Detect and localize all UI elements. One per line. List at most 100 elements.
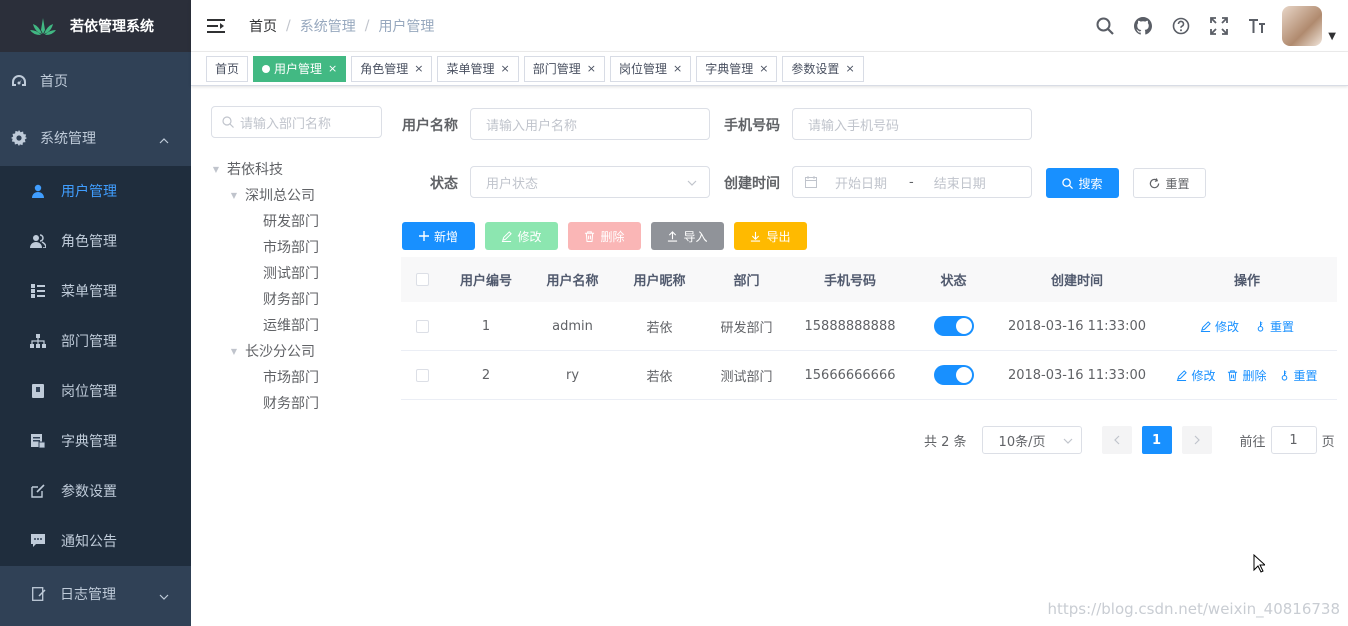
sidebar-item-config[interactable]: 参数设置 [0, 466, 191, 516]
sidebar-item-notice[interactable]: 通知公告 [0, 516, 191, 566]
tree-node-label: 长沙分公司 [245, 344, 315, 360]
edit-button-label: 修改 [517, 229, 542, 244]
goto-page-input[interactable]: 1 [1270, 426, 1317, 454]
reset-password-link[interactable]: 重置 [1255, 318, 1294, 335]
tree-node[interactable]: 运维部门 [211, 312, 382, 338]
row-select-cell[interactable] [401, 319, 443, 333]
sidebar-item-log[interactable]: 日志管理 [0, 566, 191, 622]
cell-username: ry [565, 367, 580, 383]
close-icon[interactable]: × [845, 62, 854, 75]
phone-input[interactable]: 请输入手机号码 [792, 108, 1032, 140]
tree-node[interactable]: 财务部门 [211, 286, 382, 312]
edit-link-label: 修改 [1214, 319, 1239, 334]
tree-node[interactable]: ▼ 若依科技 [211, 156, 382, 182]
prev-page-button[interactable] [1101, 426, 1132, 454]
tag-post[interactable]: 岗位管理 × [609, 55, 692, 82]
sidebar-item-user[interactable]: 用户管理 [0, 166, 191, 216]
sidebar: 若依管理系统 首页 系统管理 用户管理 角色管理 菜单管理 部门管理 岗位管理 [0, 0, 191, 626]
close-icon[interactable]: × [414, 62, 423, 75]
log-icon [30, 585, 48, 603]
sidebar-item-dict[interactable]: 字典管理 [0, 416, 191, 466]
tree-node[interactable]: 市场部门 [211, 364, 382, 390]
tag-config[interactable]: 参数设置 × [782, 55, 864, 82]
page-size-select[interactable]: 10条/页 [981, 426, 1082, 454]
username-input[interactable]: 请输入用户名称 [470, 108, 710, 140]
caret-down-icon[interactable]: ▼ [229, 191, 239, 200]
row-checkbox[interactable] [415, 368, 429, 382]
fullscreen-button[interactable] [1200, 0, 1238, 52]
reset-button[interactable]: 重置 [1133, 168, 1206, 198]
delete-link[interactable]: 删除 [1227, 367, 1267, 384]
status-switch[interactable] [933, 316, 974, 336]
page-number-active[interactable]: 1 [1141, 426, 1172, 454]
main-content: 请输入部门名称 ▼ 若依科技 ▼ 深圳总公司 研发部门 市场部门 测试部门 财务部门… [191, 86, 1348, 626]
reset-password-link[interactable]: 重置 [1279, 367, 1318, 384]
tree-node[interactable]: 财务部门 [211, 390, 382, 416]
sidebar-item-home[interactable]: 首页 [0, 52, 191, 110]
close-icon[interactable]: × [759, 62, 768, 75]
caret-down-icon[interactable]: ▼ [211, 165, 221, 174]
dept-search-input[interactable]: 请输入部门名称 [211, 106, 382, 138]
add-button[interactable]: 新增 [402, 222, 475, 250]
sidebar-item-label: 菜单管理 [61, 284, 117, 300]
close-icon[interactable]: × [501, 62, 510, 75]
export-button[interactable]: 导出 [734, 222, 807, 250]
tag-user[interactable]: 用户管理 × [253, 55, 347, 82]
sidebar-item-system[interactable]: 系统管理 [0, 110, 191, 166]
size-select-button[interactable] [1238, 0, 1276, 52]
search-button[interactable]: 搜索 [1046, 168, 1119, 198]
docs-button[interactable] [1162, 0, 1200, 52]
tag-dict[interactable]: 字典管理 × [696, 55, 778, 82]
delete-button-label: 删除 [600, 229, 625, 244]
status-select[interactable]: 用户状态 [470, 166, 710, 198]
next-page-button[interactable] [1181, 426, 1212, 454]
chevron-right-icon [1194, 435, 1200, 445]
edit-link[interactable]: 修改 [1176, 367, 1215, 384]
sidebar-item-label: 角色管理 [61, 234, 117, 250]
tree-node[interactable]: ▼ 深圳总公司 [211, 182, 382, 208]
sidebar-item-role[interactable]: 角色管理 [0, 216, 191, 266]
sidebar-item-menu[interactable]: 菜单管理 [0, 266, 191, 316]
tag-menu[interactable]: 菜单管理 × [437, 55, 519, 82]
chevron-down-icon [159, 588, 169, 604]
close-icon[interactable]: × [587, 62, 596, 75]
caret-down-icon[interactable]: ▼ [1328, 31, 1336, 42]
select-all-checkbox[interactable] [415, 273, 429, 286]
caret-down-icon[interactable]: ▼ [229, 347, 239, 356]
tag-dept[interactable]: 部门管理 × [523, 55, 605, 82]
actions-cell: 修改 删除 重置 [1157, 367, 1337, 384]
sidebar-item-dept[interactable]: 部门管理 [0, 316, 191, 366]
close-icon[interactable]: × [673, 62, 682, 75]
tree-node[interactable]: 市场部门 [211, 234, 382, 260]
tag-home[interactable]: 首页 [206, 55, 249, 82]
avatar[interactable] [1282, 6, 1323, 46]
logo[interactable]: 若依管理系统 [0, 0, 191, 52]
end-date-input[interactable]: 结束日期 [934, 173, 986, 192]
tree-node[interactable]: 研发部门 [211, 208, 382, 234]
tag-role[interactable]: 角色管理 × [351, 55, 433, 82]
tree-node[interactable]: 测试部门 [211, 260, 382, 286]
row-select-cell[interactable] [401, 368, 443, 382]
tree-node[interactable]: ▼ 长沙分公司 [211, 338, 382, 364]
sidebar-item-label: 参数设置 [61, 484, 117, 500]
breadcrumb-home[interactable]: 首页 [249, 16, 277, 36]
row-checkbox[interactable] [415, 319, 429, 333]
edit-link[interactable]: 修改 [1200, 318, 1239, 335]
sidebar-item-post[interactable]: 岗位管理 [0, 366, 191, 416]
search-icon [222, 116, 234, 128]
hamburger-button[interactable] [191, 18, 241, 33]
plus-icon [418, 231, 429, 241]
table-header: 用户编号 用户名称 用户昵称 部门 手机号码 状态 创建时间 操作 [401, 257, 1337, 302]
status-switch[interactable] [933, 365, 974, 385]
search-button[interactable] [1086, 0, 1124, 52]
navbar: 首页 / 系统管理 / 用户管理 ▼ [191, 0, 1348, 52]
import-button[interactable]: 导入 [651, 222, 724, 250]
col-header: 用户编号 [459, 274, 512, 289]
edit-button[interactable]: 修改 [485, 222, 558, 250]
github-button[interactable] [1124, 0, 1162, 52]
start-date-input[interactable]: 开始日期 [835, 173, 887, 192]
select-all-cell[interactable] [401, 273, 443, 286]
date-range-picker[interactable]: 开始日期 - 结束日期 [792, 166, 1032, 198]
delete-button[interactable]: 删除 [568, 222, 641, 250]
close-icon[interactable]: × [328, 62, 337, 75]
